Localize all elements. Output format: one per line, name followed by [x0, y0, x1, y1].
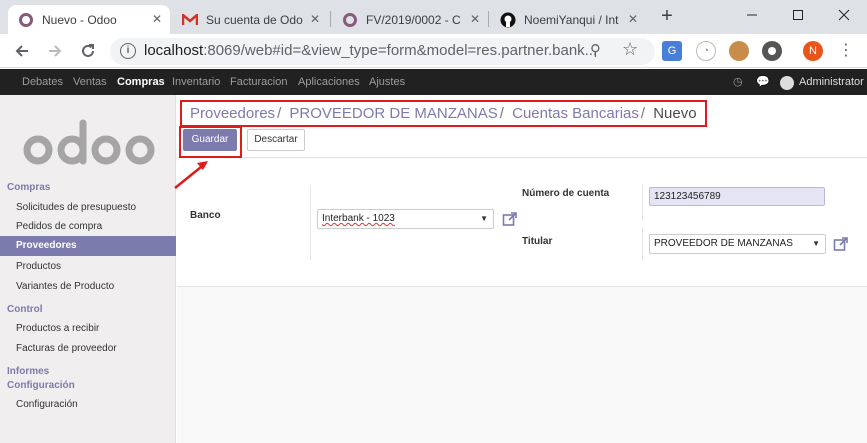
- banco-select[interactable]: Interbank - 1023 ▼: [317, 209, 494, 229]
- save-highlight-box: [179, 126, 242, 158]
- sidebar-item-facturas[interactable]: Facturas de proveedor: [0, 339, 176, 359]
- menu-debates[interactable]: Debates: [22, 76, 63, 88]
- window-close-button[interactable]: [821, 0, 867, 30]
- back-button[interactable]: [10, 39, 34, 63]
- user-menu[interactable]: Administrator: [799, 76, 864, 88]
- github-icon: [500, 12, 516, 28]
- close-icon[interactable]: ✕: [308, 12, 322, 26]
- sidebar-section-control: Control: [7, 304, 43, 315]
- cookie-extension-icon[interactable]: [729, 41, 749, 61]
- sidebar-item-productos[interactable]: Productos: [0, 257, 176, 277]
- discard-button[interactable]: Descartar: [247, 129, 305, 151]
- form-sheet: Banco Interbank - 1023 ▼ Número de cuent…: [177, 159, 867, 287]
- browser-toolbar: i localhost:8069/web#id=&view_type=form&…: [0, 34, 867, 68]
- sidebar-section-compras: Compras: [7, 182, 51, 193]
- minimize-icon: [747, 14, 757, 16]
- more-menu-icon[interactable]: ⋮: [836, 39, 856, 63]
- tab-title: FV/2019/0002 - C: [366, 12, 461, 27]
- close-icon[interactable]: ✕: [468, 12, 482, 26]
- minimize-button[interactable]: [729, 0, 775, 30]
- tab-title: Nuevo - Odoo: [42, 12, 117, 27]
- menu-compras[interactable]: Compras: [117, 76, 165, 88]
- sidebar: Compras Solicitudes de presupuesto Pedid…: [0, 95, 176, 443]
- activity-clock-icon[interactable]: ◷: [733, 75, 743, 88]
- sidebar-section-configuracion: Configuración: [7, 380, 75, 391]
- sidebar-item-configuracion[interactable]: Configuración: [0, 395, 176, 415]
- reload-button[interactable]: [76, 39, 100, 63]
- translate-extension-icon[interactable]: G: [662, 41, 682, 61]
- main-content: Proveedores / PROVEEDOR DE MANZANAS / Cuen…: [177, 95, 867, 443]
- odoo-icon: [18, 12, 34, 28]
- reload-icon: [82, 44, 94, 57]
- odoo-main-menu: Debates Ventas Compras Inventario Factur…: [0, 69, 867, 95]
- sidebar-item-proveedores[interactable]: Proveedores: [0, 236, 176, 256]
- gmail-icon: [182, 12, 198, 28]
- browser-tab-gmail[interactable]: Su cuenta de Odo ✕: [172, 5, 328, 34]
- forward-button[interactable]: [43, 39, 67, 63]
- arrow-left-icon: [15, 45, 28, 57]
- close-icon[interactable]: ✕: [626, 12, 640, 26]
- close-icon[interactable]: ✕: [150, 12, 164, 26]
- breadcrumb-highlight-box: [180, 100, 707, 127]
- sidebar-item-productos-recibir[interactable]: Productos a recibir: [0, 319, 176, 339]
- arrow-right-icon: [49, 45, 62, 57]
- tab-separator: [330, 11, 331, 27]
- browser-tab-invoice[interactable]: FV/2019/0002 - C ✕: [332, 5, 488, 34]
- odoo-icon: [342, 12, 358, 28]
- control-panel: Proveedores / PROVEEDOR DE MANZANAS / Cuen…: [177, 95, 867, 158]
- annotation-arrow-icon: [174, 161, 208, 189]
- close-icon: [838, 9, 850, 21]
- user-avatar[interactable]: [780, 76, 794, 90]
- url-text: localhost:8069/web#id=&view_type=form&mo…: [144, 42, 598, 59]
- caret-down-icon: ▼: [480, 214, 488, 223]
- tab-title: Su cuenta de Odo: [206, 12, 303, 27]
- divider: [642, 227, 643, 261]
- divider: [642, 184, 643, 221]
- titular-value: PROVEEDOR DE MANZANAS: [654, 238, 793, 249]
- new-tab-button[interactable]: +: [656, 6, 678, 28]
- menu-aplicaciones[interactable]: Aplicaciones: [298, 76, 360, 88]
- browser-tab-github[interactable]: NoemiYanqui / Int ✕: [490, 5, 646, 34]
- clock-extension-icon[interactable]: ◔: [696, 41, 716, 61]
- caret-down-icon: ▼: [812, 239, 820, 248]
- cuenta-label: Número de cuenta: [522, 188, 610, 199]
- divider: [310, 186, 311, 260]
- external-link-icon[interactable]: [502, 211, 518, 227]
- browser-tabstrip: Nuevo - Odoo ✕ Su cuenta de Odo ✕ FV/201…: [0, 0, 867, 34]
- menu-inventario[interactable]: Inventario: [172, 76, 220, 88]
- chat-icon[interactable]: 💬: [756, 75, 770, 88]
- info-icon[interactable]: i: [120, 43, 136, 59]
- banco-label: Banco: [190, 210, 221, 221]
- sidebar-section-informes[interactable]: Informes: [7, 366, 49, 377]
- sidebar-item-solicitudes[interactable]: Solicitudes de presupuesto: [0, 198, 176, 218]
- tab-title: NoemiYanqui / Int: [524, 12, 619, 27]
- odoo-logo: [23, 119, 155, 165]
- address-bar[interactable]: i localhost:8069/web#id=&view_type=form&…: [110, 38, 655, 65]
- zoom-icon[interactable]: ⚲: [590, 41, 601, 59]
- cuenta-input[interactable]: 123123456789: [649, 187, 825, 206]
- maximize-button[interactable]: [775, 0, 821, 30]
- banco-value: Interbank - 1023: [322, 213, 395, 224]
- tab-separator: [488, 11, 489, 27]
- circle-extension-icon[interactable]: [762, 41, 782, 61]
- bookmark-star-icon[interactable]: ☆: [622, 39, 638, 60]
- maximize-icon: [793, 10, 803, 20]
- external-link-icon[interactable]: [833, 236, 849, 252]
- titular-label: Titular: [522, 236, 553, 247]
- menu-facturacion[interactable]: Facturacion: [230, 76, 287, 88]
- menu-ventas[interactable]: Ventas: [73, 76, 107, 88]
- browser-tab-active[interactable]: Nuevo - Odoo ✕: [8, 5, 170, 34]
- titular-select[interactable]: PROVEEDOR DE MANZANAS ▼: [649, 234, 826, 254]
- sidebar-item-variantes[interactable]: Variantes de Producto: [0, 277, 176, 297]
- profile-avatar[interactable]: N: [803, 41, 823, 61]
- sidebar-item-pedidos[interactable]: Pedidos de compra: [0, 217, 176, 237]
- menu-ajustes[interactable]: Ajustes: [369, 76, 405, 88]
